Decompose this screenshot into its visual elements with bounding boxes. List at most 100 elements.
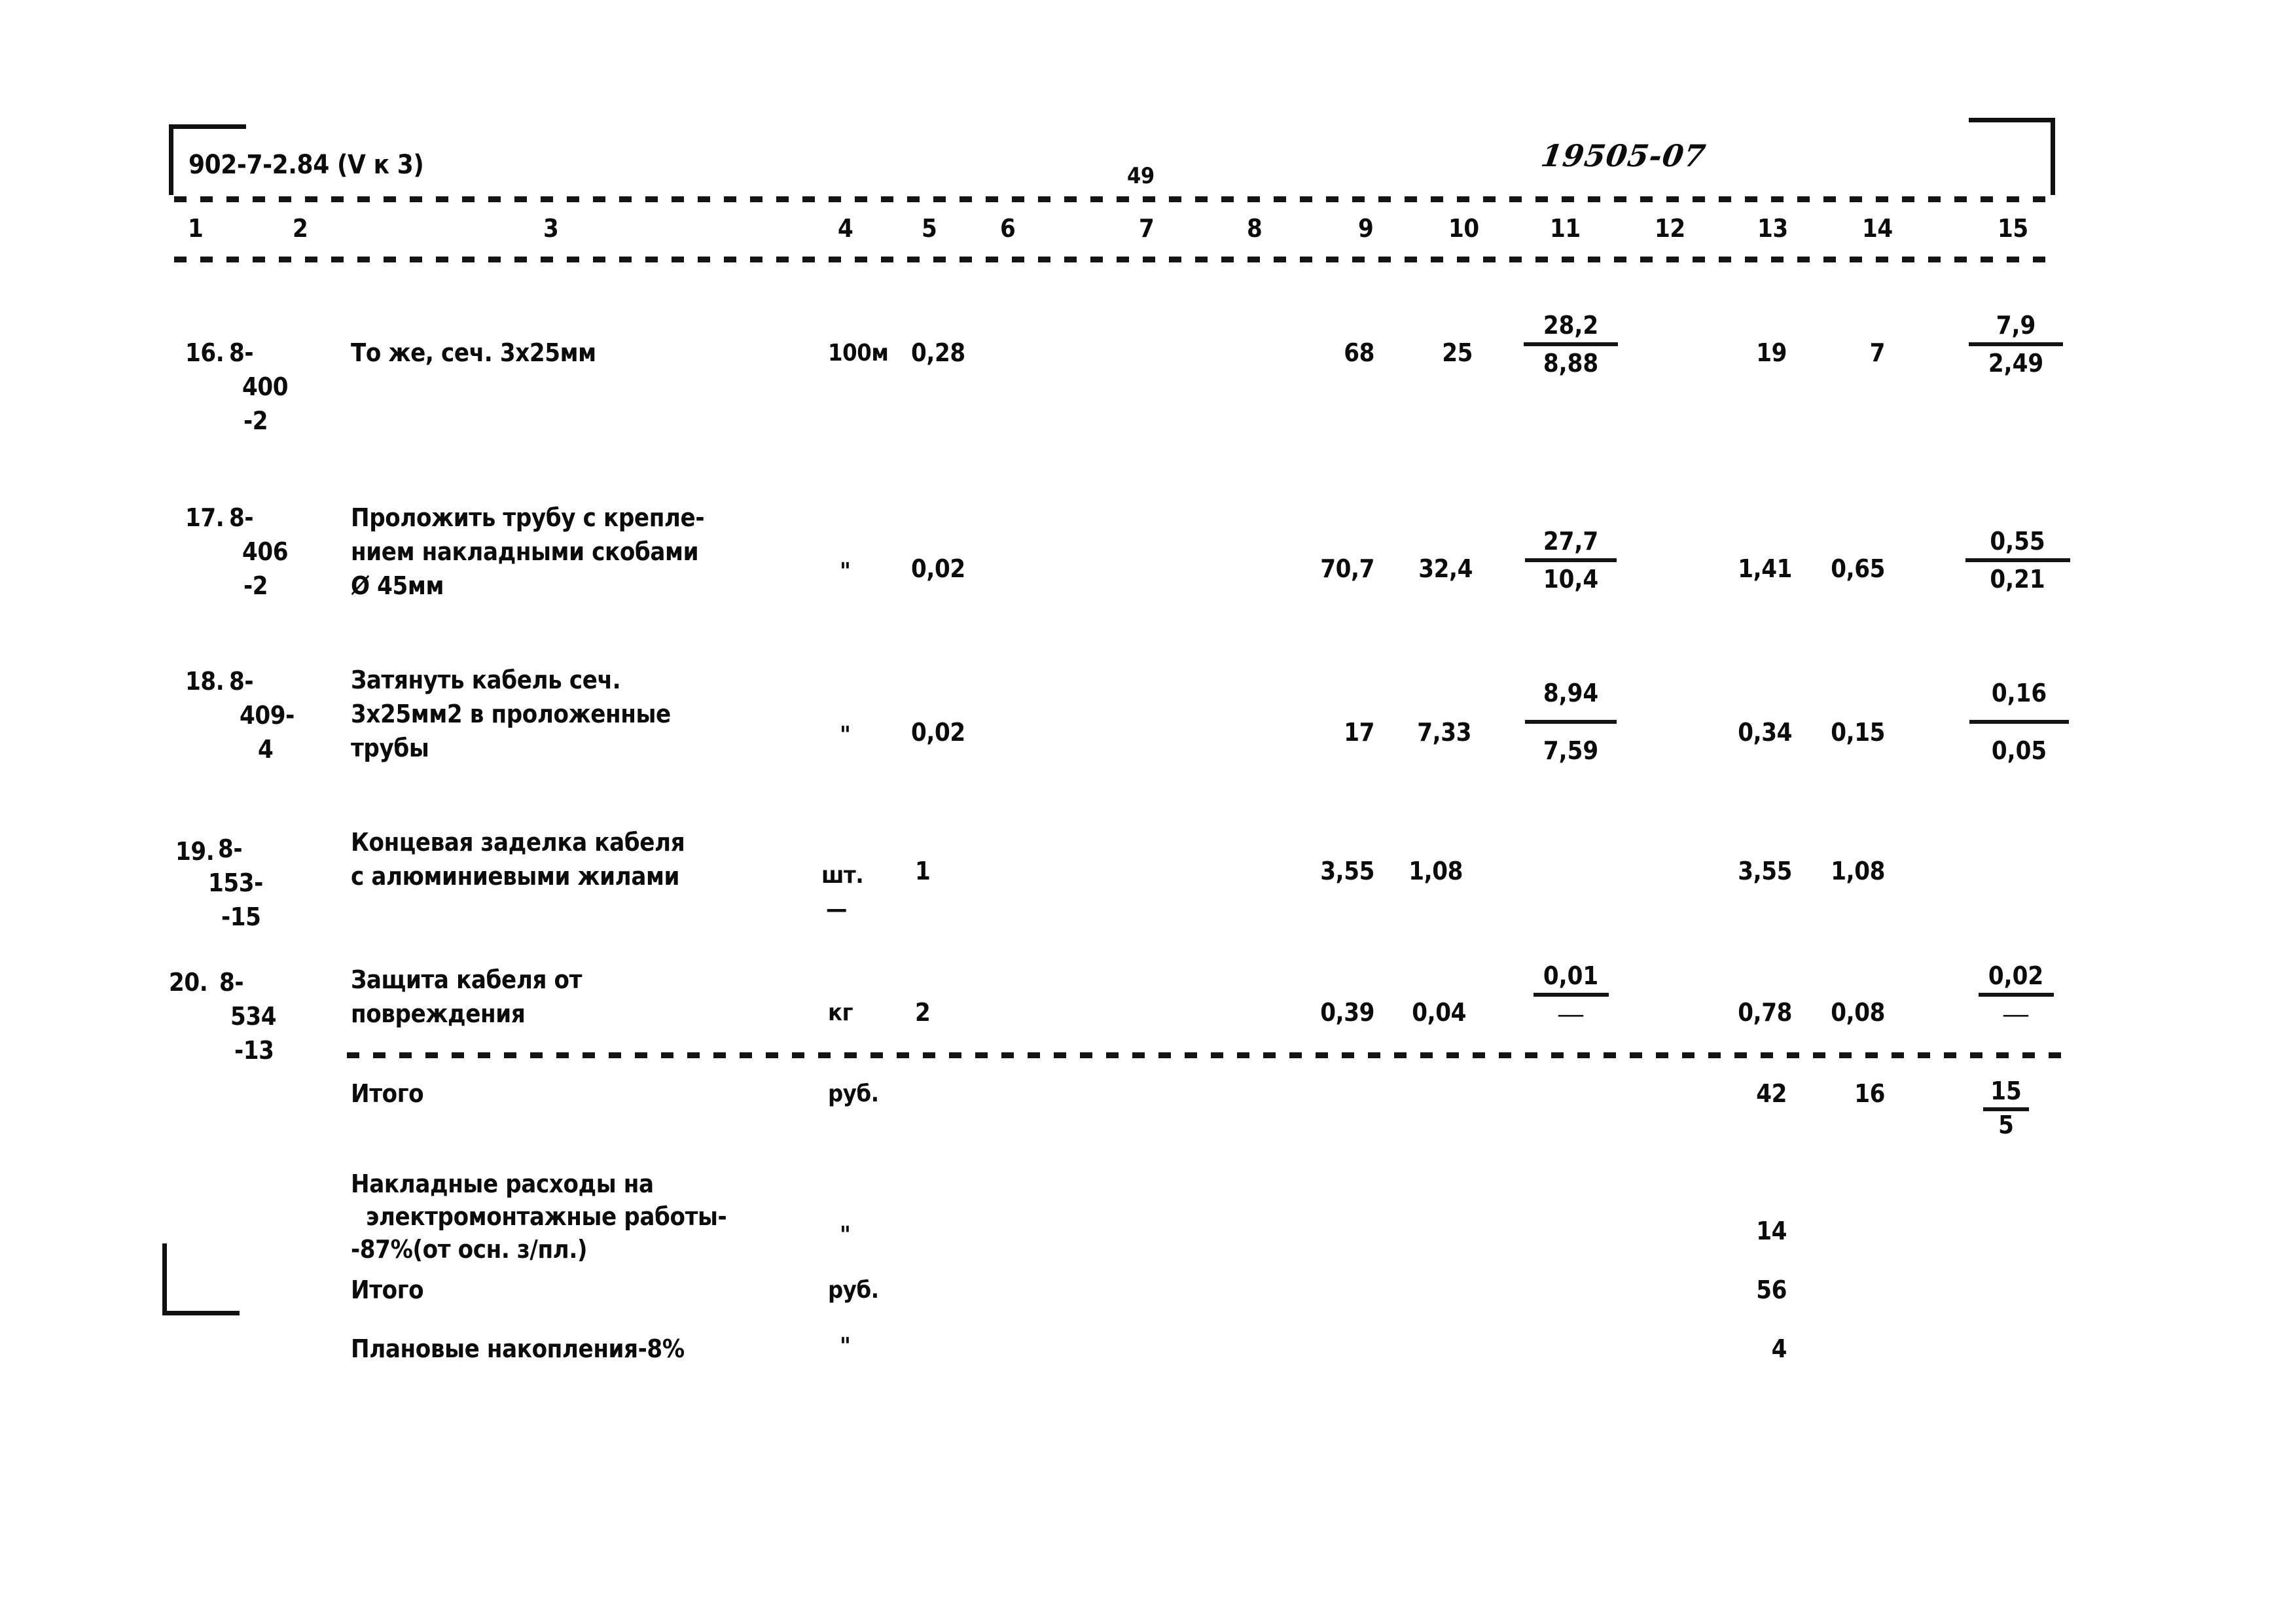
col-header-4: 4 xyxy=(838,214,853,243)
table-row-17-code-1: 8- xyxy=(229,503,254,532)
table-row-17-col15-denominator: 0,21 xyxy=(1990,565,2045,594)
table-row-17-col11-numerator: 27,7 xyxy=(1543,527,1599,556)
summary-row-1-col15-denominator: 5 xyxy=(1998,1111,2014,1139)
table-row-18-col10: 7,33 xyxy=(1417,718,1471,747)
table-row-17-description-line3: Ø 45мм xyxy=(351,571,444,600)
table-row-16-col11-fraction: 28,2 8,88 xyxy=(1518,313,1623,376)
table-row-20-col11-fraction: 0,01 — xyxy=(1518,963,1623,1026)
table-row-20-col14: 0,08 xyxy=(1831,998,1885,1027)
document-header-code: 902-7-2.84 (V к 3) xyxy=(188,150,424,180)
table-row-16-col10: 25 xyxy=(1442,338,1473,367)
handwritten-archive-code: 19505-07 xyxy=(1539,138,1708,173)
col-header-9: 9 xyxy=(1358,214,1374,243)
table-row-17-col15-numerator: 0,55 xyxy=(1990,527,2045,556)
table-row-19-col13: 3,55 xyxy=(1738,857,1792,885)
table-row-19-col14: 1,08 xyxy=(1831,857,1885,885)
table-row-20-index: 20. xyxy=(169,968,208,997)
col-header-8: 8 xyxy=(1247,214,1263,243)
table-rule-above-totals xyxy=(347,1052,2075,1058)
page-number: 49 xyxy=(1127,163,1155,189)
table-row-16-unit: 100м xyxy=(828,340,889,366)
table-row-16-col5: 0,28 xyxy=(911,338,965,367)
fraction-bar xyxy=(1969,342,2063,346)
table-row-19-code-1: 8- xyxy=(218,834,243,863)
table-row-18-col15-numerator: 0,16 xyxy=(1991,679,2047,707)
table-row-16-code-1: 8- xyxy=(229,338,254,367)
table-row-16-code-3: -2 xyxy=(243,406,268,435)
col-header-10: 10 xyxy=(1448,214,1479,243)
table-row-18-code-2: 409- xyxy=(240,701,295,730)
table-row-18-description-line3: трубы xyxy=(351,734,429,762)
table-row-18-description-line1: Затянуть кабель сеч. xyxy=(351,666,621,694)
table-row-16-index: 16. xyxy=(185,338,224,367)
table-row-20-code-2: 534 xyxy=(230,1002,277,1031)
table-row-16-col15-numerator: 7,9 xyxy=(1996,311,2036,340)
table-row-20-code-1: 8- xyxy=(219,968,244,997)
table-row-20-code-3: -13 xyxy=(234,1036,274,1065)
summary-row-1-label: Итого xyxy=(351,1079,424,1108)
summary-row-3-unit: руб. xyxy=(828,1277,879,1304)
table-row-18-code-1: 8- xyxy=(229,667,254,696)
fraction-bar xyxy=(1969,720,2069,724)
summary-row-2-label-line2: электромонтажные работы- xyxy=(351,1202,727,1231)
table-row-18-col11-denominator: 7,59 xyxy=(1543,736,1599,765)
fraction-bar xyxy=(1524,342,1618,346)
table-rule-top xyxy=(174,196,2059,202)
table-row-17-col11-denominator: 10,4 xyxy=(1543,565,1599,594)
table-row-18-col13: 0,34 xyxy=(1738,718,1792,747)
table-row-20-col13: 0,78 xyxy=(1738,998,1792,1027)
table-row-17-col14: 0,65 xyxy=(1831,554,1885,583)
table-row-18-index: 18. xyxy=(185,667,224,696)
table-row-19-unit-sub: — xyxy=(826,896,847,923)
col-header-5: 5 xyxy=(922,214,937,243)
table-row-20-col15-fraction: 0,02 — xyxy=(1964,963,2068,1026)
table-row-17-code-3: -2 xyxy=(243,571,268,600)
table-rule-under-headers xyxy=(174,257,2059,262)
col-header-11: 11 xyxy=(1550,214,1581,243)
table-row-18-col11-numerator: 8,94 xyxy=(1543,679,1599,707)
table-row-20-unit: кг xyxy=(828,999,853,1026)
table-row-19-code-3: -15 xyxy=(221,902,261,931)
summary-row-1-col15-numerator: 15 xyxy=(1990,1077,2022,1105)
fraction-bar xyxy=(1965,558,2070,562)
table-row-16-code-2: 400 xyxy=(242,372,289,401)
summary-row-2-col13: 14 xyxy=(1756,1217,1787,1245)
table-row-17-index: 17. xyxy=(185,503,224,532)
table-row-18-col11-fraction: 8,94 7,59 xyxy=(1518,681,1623,763)
table-row-18-unit: " xyxy=(840,722,851,749)
table-row-20-description-line1: Защита кабеля от xyxy=(351,965,583,994)
col-header-3: 3 xyxy=(543,214,559,243)
table-row-19-code-2: 153- xyxy=(208,868,263,897)
table-row-16-col13: 19 xyxy=(1756,338,1787,367)
table-row-20-description-line2: повреждения xyxy=(351,999,526,1028)
table-row-18-description-line2: 3х25мм2 в проложенные xyxy=(351,700,671,728)
col-header-2: 2 xyxy=(293,214,308,243)
table-row-16-col9: 68 xyxy=(1344,338,1374,367)
table-row-20-col15-numerator: 0,02 xyxy=(1988,961,2044,990)
col-header-15: 15 xyxy=(1998,214,2028,243)
col-header-13: 13 xyxy=(1757,214,1788,243)
table-row-16-col15-denominator: 2,49 xyxy=(1988,349,2044,378)
table-row-19-col10: 1,08 xyxy=(1408,857,1463,885)
table-row-20-col15-denominator: — xyxy=(2003,1000,2028,1027)
summary-row-2-label-line1: Накладные расходы на xyxy=(351,1169,654,1198)
table-row-19-col5: 1 xyxy=(915,857,931,885)
table-row-16-description: То же, сеч. 3х25мм xyxy=(351,338,596,367)
summary-row-1-col15-fraction: 15 5 xyxy=(1964,1079,2049,1137)
table-row-17-col10: 32,4 xyxy=(1418,554,1473,583)
table-row-17-col5: 0,02 xyxy=(911,554,965,583)
table-row-18-col5: 0,02 xyxy=(911,718,965,747)
col-header-14: 14 xyxy=(1862,214,1893,243)
summary-row-1-col14: 16 xyxy=(1854,1079,1885,1108)
col-header-12: 12 xyxy=(1655,214,1685,243)
table-row-17-col13: 1,41 xyxy=(1738,554,1792,583)
fraction-bar xyxy=(1533,993,1609,997)
table-row-17-unit: " xyxy=(840,558,851,585)
table-row-20-col10: 0,04 xyxy=(1412,998,1466,1027)
fraction-bar xyxy=(1525,720,1617,724)
col-header-6: 6 xyxy=(1000,214,1016,243)
table-row-19-unit: шт. xyxy=(821,862,864,889)
table-row-19-col9: 3,55 xyxy=(1320,857,1374,885)
col-header-7: 7 xyxy=(1139,214,1155,243)
table-row-19-description-line1: Концевая заделка кабеля xyxy=(351,828,685,857)
